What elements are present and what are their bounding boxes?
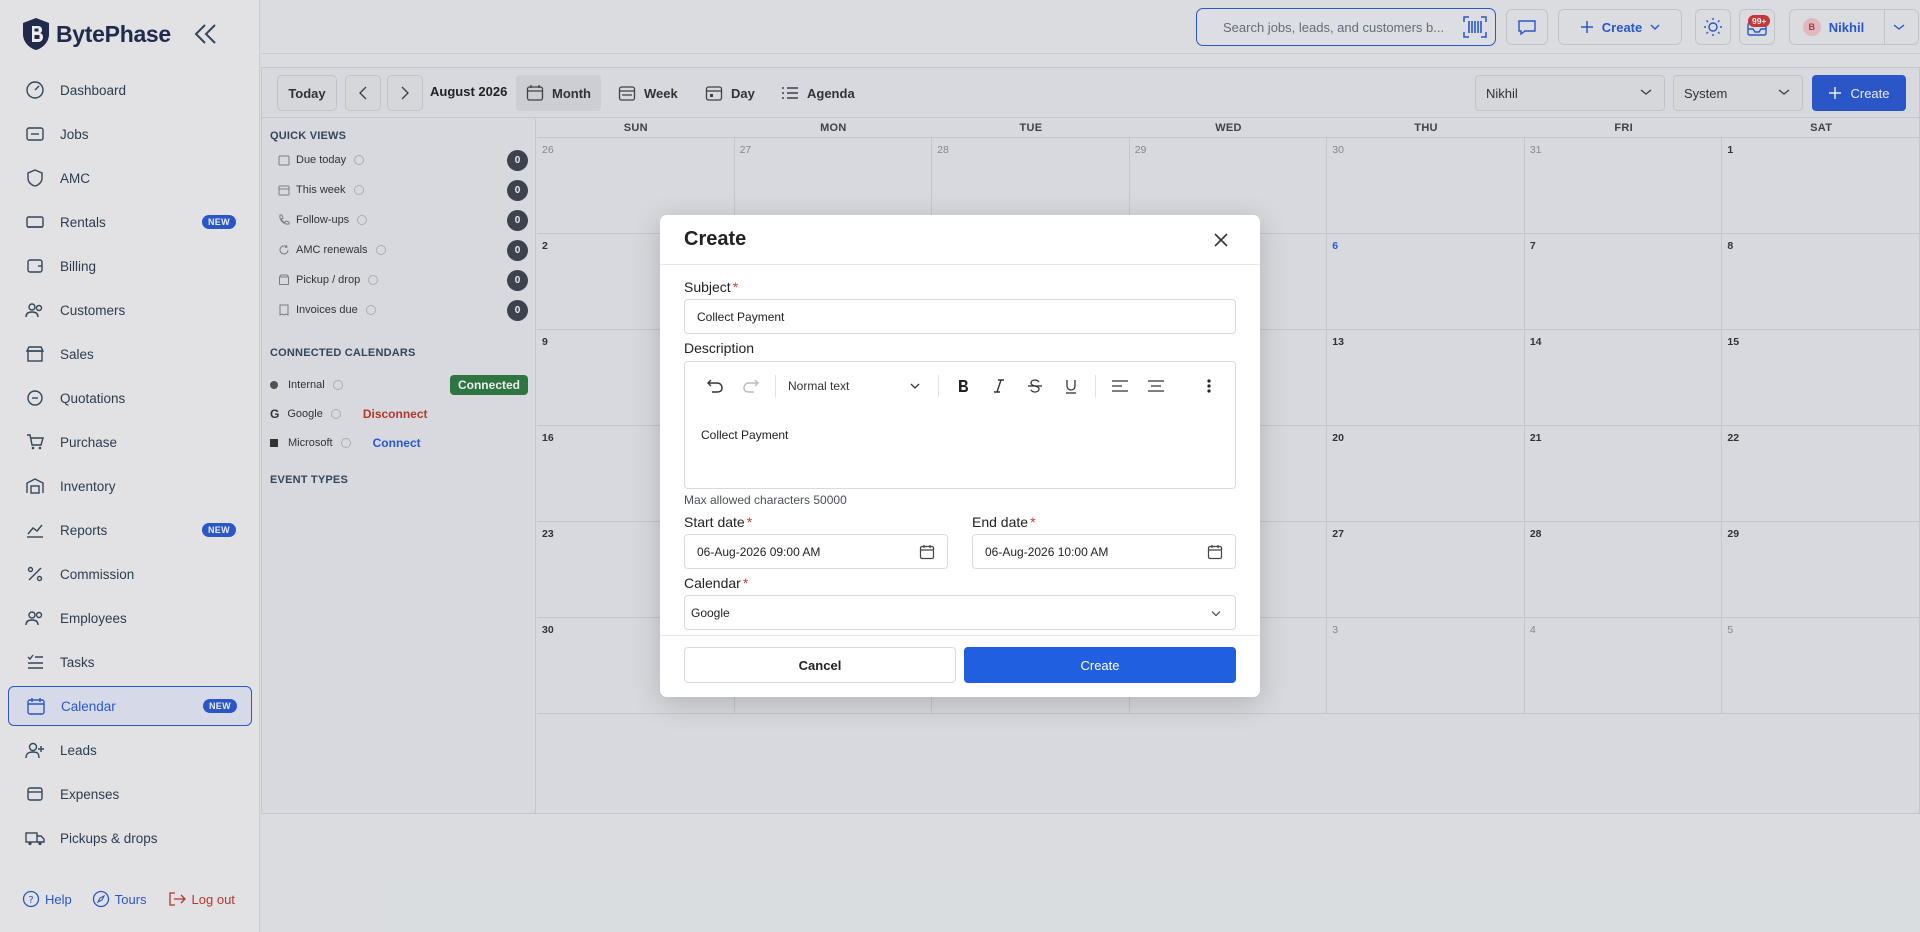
chevron-down-icon (1211, 611, 1221, 617)
bold-button[interactable] (945, 371, 981, 401)
editor-toolbar: Normal text (697, 370, 1227, 402)
underline-button[interactable] (1053, 371, 1089, 401)
align-center-button[interactable] (1138, 371, 1174, 401)
strikethrough-button[interactable] (1017, 371, 1053, 401)
dialog-header: Create (660, 215, 1260, 265)
italic-icon (994, 379, 1004, 393)
dialog-footer: Cancel Create (660, 635, 1260, 697)
toolbar-divider (1095, 375, 1096, 397)
kebab-menu-icon (1207, 379, 1211, 393)
description-content[interactable]: Collect Payment (701, 428, 788, 442)
align-center-icon (1148, 380, 1164, 392)
description-label: Description (684, 340, 755, 356)
calendar-icon (919, 545, 935, 560)
end-date-label: End date * (972, 514, 1036, 530)
calendar-icon (1207, 545, 1223, 560)
toolbar-divider (775, 375, 776, 397)
underline-icon (1066, 380, 1076, 394)
description-editor[interactable]: Normal text Collect Payment (684, 361, 1236, 489)
undo-icon (707, 379, 723, 393)
undo-button[interactable] (697, 371, 733, 401)
create-button[interactable]: Create (964, 647, 1236, 683)
cancel-button[interactable]: Cancel (684, 647, 956, 683)
close-icon[interactable] (1210, 229, 1232, 251)
more-options-button[interactable] (1191, 371, 1227, 401)
toolbar-divider (938, 375, 939, 397)
redo-button[interactable] (733, 371, 769, 401)
align-left-button[interactable] (1102, 371, 1138, 401)
calendar-select-label: Calendar * (684, 575, 749, 591)
redo-icon (743, 379, 759, 393)
create-event-dialog: Create Subject* Description Normal text (660, 215, 1260, 697)
block-type-select[interactable]: Normal text (782, 371, 932, 401)
chevron-down-icon (910, 383, 920, 389)
strikethrough-icon (1028, 379, 1042, 393)
subject-label: Subject * (684, 279, 739, 295)
end-date-input[interactable]: 06-Aug-2026 10:00 AM (972, 534, 1236, 569)
start-date-input[interactable]: 06-Aug-2026 09:00 AM (684, 534, 948, 569)
subject-input[interactable] (684, 299, 1236, 334)
italic-button[interactable] (981, 371, 1017, 401)
align-left-icon (1112, 380, 1128, 392)
calendar-select[interactable]: Google (684, 595, 1236, 630)
bold-icon (959, 380, 968, 392)
start-date-label: Start date * (684, 514, 753, 530)
dialog-title: Create (684, 228, 747, 250)
character-limit-hint: Max allowed characters 50000 (684, 493, 847, 507)
